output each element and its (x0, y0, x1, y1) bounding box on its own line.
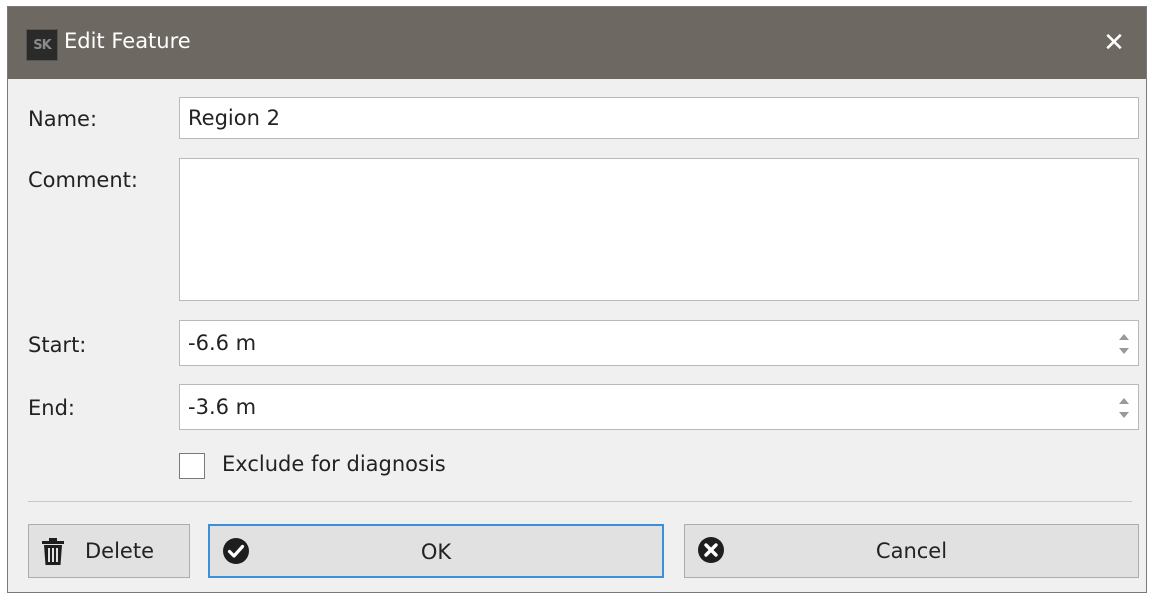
start-spinbox[interactable]: -6.6 m (179, 320, 1139, 366)
end-spin-arrows[interactable] (1116, 393, 1132, 423)
app-logo-icon: SK (26, 29, 58, 61)
spin-up-icon (1119, 334, 1129, 340)
divider (28, 501, 1132, 502)
spin-down-icon (1119, 412, 1129, 418)
end-label: End: (28, 396, 75, 420)
comment-field[interactable] (179, 158, 1139, 301)
start-label: Start: (28, 333, 87, 357)
end-value: -3.6 m (188, 395, 257, 419)
comment-label: Comment: (28, 168, 138, 192)
name-label: Name: (28, 107, 98, 131)
spin-up-icon (1119, 398, 1129, 404)
ok-button[interactable]: OK (208, 524, 664, 578)
cancel-button[interactable]: Cancel (684, 524, 1139, 578)
trash-icon (41, 538, 65, 571)
exclude-for-diagnosis-checkbox[interactable] (179, 453, 205, 479)
start-value: -6.6 m (188, 331, 257, 355)
cancel-button-label: Cancel (875, 539, 948, 563)
close-button[interactable]: ✕ (1096, 25, 1132, 61)
spin-down-icon (1119, 348, 1129, 354)
delete-button-label: Delete (85, 539, 154, 563)
start-spin-arrows[interactable] (1116, 329, 1132, 359)
end-spinbox[interactable]: -3.6 m (179, 384, 1139, 430)
name-field-value: Region 2 (188, 106, 280, 130)
close-icon: ✕ (1103, 28, 1125, 58)
ok-button-label: OK (420, 540, 452, 564)
edit-feature-dialog: SK Edit Feature ✕ Name: Region 2 Comment… (7, 6, 1147, 593)
name-field[interactable]: Region 2 (179, 97, 1139, 139)
exclude-for-diagnosis-label[interactable]: Exclude for diagnosis (222, 452, 446, 476)
delete-button[interactable]: Delete (28, 524, 190, 578)
window-title: Edit Feature (64, 29, 191, 53)
title-bar[interactable]: SK Edit Feature ✕ (8, 7, 1146, 79)
